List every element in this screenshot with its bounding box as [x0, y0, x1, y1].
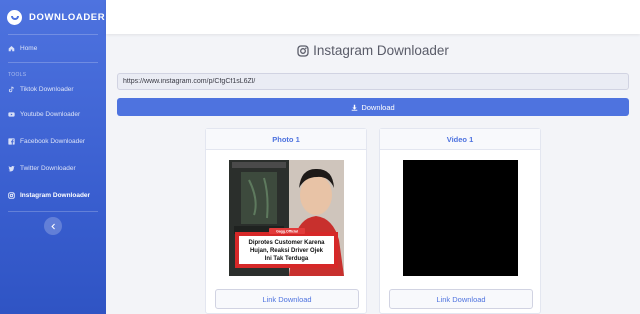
sidebar-item-home[interactable]: Home: [0, 35, 106, 62]
sidebar-item-instagram[interactable]: Instagram Downloader: [0, 182, 106, 209]
sidebar-item-facebook[interactable]: Facebook Downloader: [0, 128, 106, 155]
sidebar-item-youtube[interactable]: Youtube Downloader: [0, 101, 106, 128]
photo-card: Photo 1 Gagg.Official Diprotes Customer …: [205, 128, 367, 314]
video-card: Video 1 Link Download: [379, 128, 541, 314]
card-header: Photo 1: [206, 129, 366, 150]
link-download-button[interactable]: Link Download: [215, 289, 359, 309]
page-title: Instagram Downloader: [106, 43, 640, 58]
svg-text:Hujan, Reaksi Driver Ojek: Hujan, Reaksi Driver Ojek: [250, 248, 324, 254]
svg-text:Ini Tak Terduga: Ini Tak Terduga: [265, 256, 309, 262]
sidebar-item-label: Instagram Downloader: [20, 192, 91, 199]
link-download-button[interactable]: Link Download: [389, 289, 533, 309]
download-icon: [352, 104, 358, 111]
facebook-icon: [8, 138, 15, 145]
sidebar-divider: [8, 62, 98, 63]
sidebar-item-label: Tiktok Downloader: [20, 86, 74, 93]
sidebar-item-label: Youtube Downloader: [20, 111, 81, 118]
instagram-icon: [8, 192, 15, 199]
brand-name: DOWNLOADER: [29, 11, 106, 23]
download-button[interactable]: Download: [117, 98, 629, 116]
sidebar-item-label: Twitter Downloader: [20, 165, 76, 172]
smile-logo-icon: [7, 9, 22, 25]
page-title-text: Instagram Downloader: [313, 43, 449, 58]
instagram-icon: [297, 44, 309, 57]
video-preview[interactable]: [403, 160, 518, 276]
topbar: [106, 0, 640, 34]
sidebar: DOWNLOADER Home TOOLS Tiktok Downloader …: [0, 0, 106, 314]
sidebar-item-twitter[interactable]: Twitter Downloader: [0, 155, 106, 182]
svg-text:Gagg.Official: Gagg.Official: [276, 230, 298, 234]
sidebar-item-tiktok[interactable]: Tiktok Downloader: [0, 78, 106, 101]
youtube-icon: [8, 111, 15, 118]
twitter-icon: [8, 165, 15, 172]
photo-preview[interactable]: Gagg.Official Diprotes Customer Karena H…: [229, 160, 344, 276]
photo-image: Gagg.Official Diprotes Customer Karena H…: [229, 160, 344, 276]
chevron-left-icon: [50, 223, 55, 229]
download-button-label: Download: [361, 102, 395, 112]
home-icon: [8, 45, 15, 52]
sidebar-toggle-button[interactable]: [44, 217, 62, 235]
url-input[interactable]: [117, 73, 629, 90]
brand[interactable]: DOWNLOADER: [0, 0, 106, 34]
sidebar-item-label: Home: [20, 45, 38, 52]
card-header: Video 1: [380, 129, 540, 150]
svg-text:Diprotes Customer Karena: Diprotes Customer Karena: [248, 240, 325, 246]
sidebar-divider: [8, 211, 98, 212]
tiktok-icon: [8, 86, 15, 93]
sidebar-item-label: Facebook Downloader: [20, 138, 86, 145]
